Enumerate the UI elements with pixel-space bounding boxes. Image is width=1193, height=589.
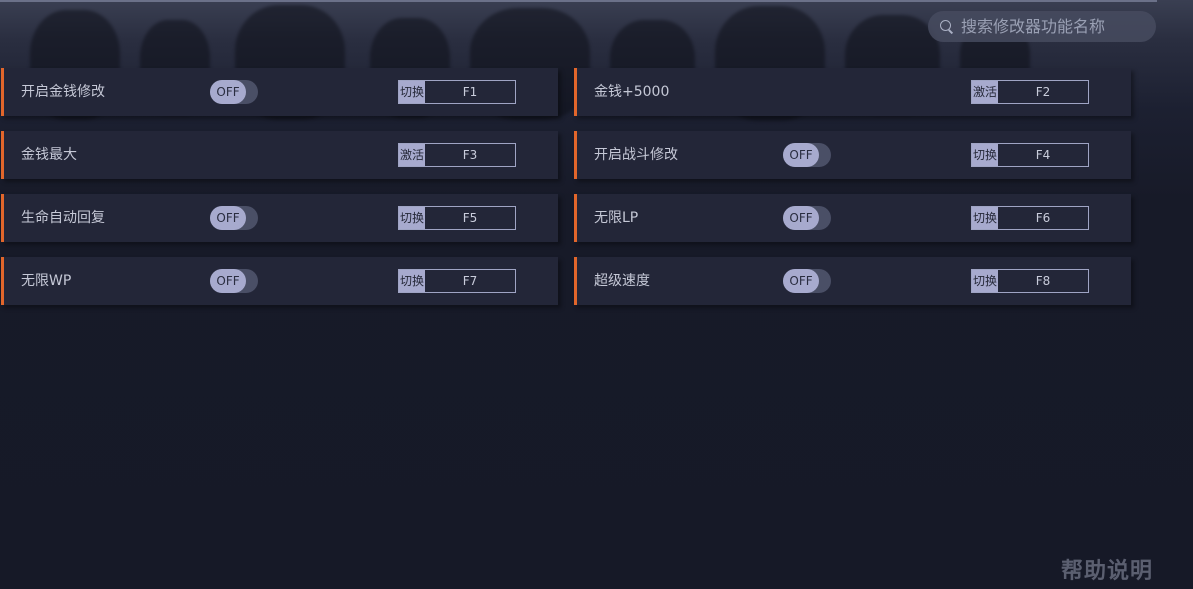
feature-toggle[interactable]: OFF <box>783 269 831 293</box>
feature-row: 金钱+5000 激活 F2 <box>574 68 1131 116</box>
feature-label: 无限WP <box>21 273 72 289</box>
hotkey-key: F3 <box>462 148 478 162</box>
hotkey-key: F7 <box>462 274 478 288</box>
hotkey-mode: 切换 <box>399 207 425 229</box>
feature-row: 超级速度 OFF 切换 F8 <box>574 257 1131 305</box>
feature-toggle[interactable]: OFF <box>210 80 258 104</box>
feature-label: 开启金钱修改 <box>21 84 105 100</box>
hotkey-key: F5 <box>462 211 478 225</box>
hotkey-key: F1 <box>462 85 478 99</box>
hotkey-key: F6 <box>1035 211 1051 225</box>
feature-row: 开启金钱修改 OFF 切换 F1 <box>1 68 558 116</box>
feature-toggle[interactable]: OFF <box>783 206 831 230</box>
search-icon <box>940 20 953 33</box>
toggle-state: OFF <box>783 269 819 293</box>
feature-row: 金钱最大 激活 F3 <box>1 131 558 179</box>
feature-label: 金钱+5000 <box>594 84 670 100</box>
hotkey-mode: 切换 <box>972 207 998 229</box>
hotkey-field[interactable]: 切换 F5 <box>398 206 516 230</box>
hotkey-mode: 切换 <box>972 270 998 292</box>
hotkey-key: F2 <box>1035 85 1051 99</box>
top-divider <box>0 0 1157 2</box>
hotkey-field[interactable]: 激活 F2 <box>971 80 1089 104</box>
feature-toggle[interactable]: OFF <box>783 143 831 167</box>
toggle-state: OFF <box>210 206 246 230</box>
hotkey-mode: 切换 <box>972 144 998 166</box>
hotkey-key: F4 <box>1035 148 1051 162</box>
toggle-state: OFF <box>783 206 819 230</box>
feature-row: 无限LP OFF 切换 F6 <box>574 194 1131 242</box>
hotkey-mode: 激活 <box>399 144 425 166</box>
feature-label: 开启战斗修改 <box>594 147 678 163</box>
trainer-window: 开启金钱修改 OFF 切换 F1 金钱+5000 激活 F2 金钱最大 激活 F… <box>0 0 1193 589</box>
hotkey-key: F8 <box>1035 274 1051 288</box>
feature-label: 无限LP <box>594 210 639 226</box>
hotkey-mode: 切换 <box>399 81 425 103</box>
hotkey-mode: 激活 <box>972 81 998 103</box>
feature-label: 超级速度 <box>594 273 650 289</box>
feature-label: 生命自动回复 <box>21 210 105 226</box>
search-box[interactable] <box>928 11 1156 42</box>
help-link[interactable]: 帮助说明 <box>1061 553 1153 585</box>
search-input[interactable] <box>961 17 1151 36</box>
feature-row: 无限WP OFF 切换 F7 <box>1 257 558 305</box>
feature-toggle[interactable]: OFF <box>210 269 258 293</box>
toggle-state: OFF <box>783 143 819 167</box>
hotkey-field[interactable]: 切换 F6 <box>971 206 1089 230</box>
hotkey-field[interactable]: 切换 F4 <box>971 143 1089 167</box>
feature-toggle[interactable]: OFF <box>210 206 258 230</box>
hotkey-mode: 切换 <box>399 270 425 292</box>
hotkey-field[interactable]: 切换 F8 <box>971 269 1089 293</box>
toggle-state: OFF <box>210 80 246 104</box>
toggle-state: OFF <box>210 269 246 293</box>
feature-label: 金钱最大 <box>21 147 77 163</box>
feature-row: 开启战斗修改 OFF 切换 F4 <box>574 131 1131 179</box>
hotkey-field[interactable]: 切换 F7 <box>398 269 516 293</box>
hotkey-field[interactable]: 激活 F3 <box>398 143 516 167</box>
feature-row: 生命自动回复 OFF 切换 F5 <box>1 194 558 242</box>
hotkey-field[interactable]: 切换 F1 <box>398 80 516 104</box>
